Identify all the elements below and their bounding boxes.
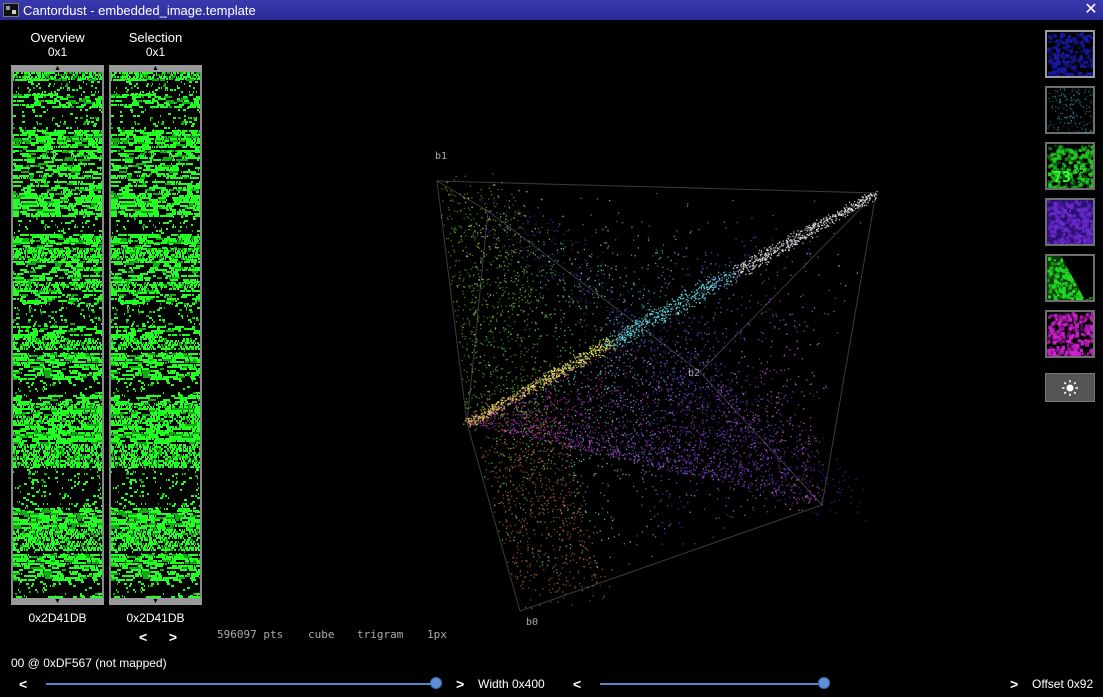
selection-next-button[interactable]: > [166,629,180,645]
offset-label: Offset 0x92 [1032,677,1094,691]
selection-byte-map[interactable] [111,72,200,598]
axis-label-b0: b0 [526,617,539,628]
window-title: Cantordust - embedded_image.template [23,2,256,18]
title-bar: Cantordust - embedded_image.template ✕ [0,0,1103,20]
overview-byte-map[interactable] [13,72,102,598]
overview-end-address: 0x2D41DB [28,611,87,625]
ascii-overlay-subtext: 65 [1074,166,1085,176]
axis-label-b1: b1 [435,151,448,162]
offset-increase-button[interactable]: > [1010,676,1018,692]
overview-header: Overview 0x1 [11,30,104,59]
points-count: 596097 pts [217,628,284,641]
selection-label: Selection [128,30,183,45]
overview-label: Overview [30,30,85,45]
thumb-green-map[interactable] [1045,254,1095,302]
close-icon[interactable]: ✕ [1083,0,1099,20]
overview-scroll-down-icon[interactable]: ▼ [11,598,104,605]
width-decrease-button[interactable]: < [19,676,27,692]
offset-slider-thumb[interactable] [818,677,830,689]
selection-scroll-down-icon[interactable]: ▼ [109,598,202,605]
selection-prev-button[interactable]: < [136,629,150,645]
sun-icon [1062,379,1078,396]
width-label: Width 0x400 [478,677,545,691]
thumb-purple-map[interactable] [1045,198,1095,246]
overview-strip[interactable]: ▲ ▼ [11,65,104,605]
ascii-overlay-text: 73 [1053,168,1072,186]
point-size[interactable]: 1px [427,628,447,641]
hover-status: 00 @ 0xDF567 (not mapped) [11,656,167,670]
offset-decrease-button[interactable]: < [573,676,581,692]
thumb-ascii[interactable]: 73 65 [1045,142,1095,190]
overview-scale: 0x1 [47,45,68,59]
width-slider-track[interactable] [46,683,436,685]
thumb-dot-matrix[interactable] [1045,86,1095,134]
thumb-magenta-map[interactable] [1045,310,1095,358]
render-mode[interactable]: trigram [357,628,403,641]
axis-label-b2: b2 [688,368,701,379]
thumb-byte-grid[interactable] [1045,30,1095,78]
cantordust-window: Cantordust - embedded_image.template ✕ O… [0,0,1103,697]
offset-slider-track[interactable] [600,683,824,685]
width-slider-thumb[interactable] [430,677,442,689]
selection-scroll-up-icon[interactable]: ▲ [109,65,202,72]
selection-end-address: 0x2D41DB [126,611,185,625]
selection-strip[interactable]: ▲ ▼ [109,65,202,605]
app-icon [3,3,19,17]
selection-header: Selection 0x1 [109,30,202,59]
overview-scroll-up-icon[interactable]: ▲ [11,65,104,72]
width-increase-button[interactable]: > [456,676,464,692]
render-shape[interactable]: cube [308,628,335,641]
trigram-cube-viewport[interactable] [212,22,1038,642]
selection-nav: < > [136,629,180,645]
brightness-button[interactable] [1045,373,1095,402]
selection-scale: 0x1 [145,45,166,59]
